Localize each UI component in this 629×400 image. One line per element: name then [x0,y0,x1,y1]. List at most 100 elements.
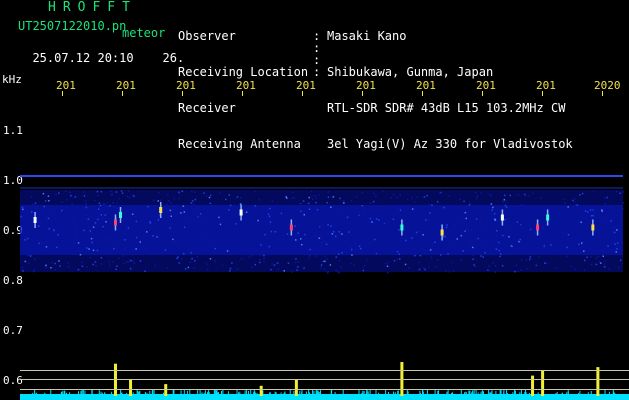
noise-speck [306,249,309,251]
noise-speck [321,236,323,239]
noise-speck [363,207,365,210]
noise-speck [351,254,353,256]
noise-speck [346,216,349,218]
noise-speck [566,255,568,258]
noise-speck [162,250,165,253]
noise-speck [133,195,135,197]
noise-speck [218,216,220,219]
noise-speck [308,196,310,199]
noise-speck [614,243,616,245]
noise-speck [167,194,169,196]
noise-speck [168,224,170,226]
x-tick [362,91,363,96]
baseline-noise [136,389,138,394]
noise-speck [75,230,78,233]
noise-speck [311,195,313,197]
noise-speck [413,210,416,212]
noise-speck [349,217,352,219]
noise-speck [463,200,465,203]
noise-speck [327,209,330,212]
baseline-noise [315,389,317,394]
ref-line-1 [20,370,629,371]
noise-speck [618,266,620,269]
noise-speck [167,200,170,202]
noise-speck [538,256,540,258]
noise-speck [66,199,68,201]
noise-speck [561,232,564,234]
noise-speck [96,249,99,252]
noise-speck [359,247,362,250]
noise-speck [308,257,310,259]
noise-speck [110,190,112,192]
noise-speck [553,228,555,231]
noise-speck [573,201,575,203]
baseline-noise [91,390,93,394]
noise-speck [414,254,416,257]
noise-speck [562,198,565,201]
baseline-noise [244,390,246,394]
noise-speck [271,200,274,202]
noise-speck [235,223,237,225]
noise-speck [422,248,425,250]
noise-speck [329,264,332,266]
baseline-noise [313,390,315,394]
noise-speck [92,263,94,266]
noise-speck [36,227,38,229]
noise-speck [44,200,47,202]
baseline-noise [514,389,516,394]
noise-speck [517,270,519,273]
noise-speck [45,266,47,268]
signal-head [113,219,117,226]
noise-speck [442,235,445,238]
noise-speck [454,223,456,226]
noise-speck [308,208,311,210]
noise-speck [104,251,106,254]
noise-speck [302,226,305,228]
baseline-noise [488,389,490,394]
noise-speck [570,265,572,268]
noise-speck [229,204,232,207]
noise-speck [169,227,171,229]
noise-speck [396,197,398,199]
meteor-peak [596,367,600,396]
noise-speck [74,196,77,198]
noise-speck [542,214,545,217]
noise-speck [327,271,329,274]
noise-speck [116,239,118,242]
noise-speck [365,259,368,262]
noise-speck [599,226,601,228]
noise-speck [566,246,568,249]
noise-speck [564,202,566,204]
noise-speck [152,235,154,237]
noise-speck [150,253,152,256]
noise-speck [319,224,321,226]
noise-speck [415,231,418,234]
noise-speck [155,252,157,255]
signal-head [33,217,37,223]
signal-head [546,214,550,221]
baseline-noise [469,390,471,394]
noise-speck [472,258,474,260]
spectrogram [20,175,629,400]
noise-speck [470,229,473,231]
noise-speck [598,232,601,234]
baseline-noise [318,392,320,394]
baseline-noise [614,392,616,394]
noise-speck [604,218,606,220]
noise-speck [245,211,248,213]
noise-speck [316,208,319,211]
noise-speck [603,263,606,265]
noise-speck [393,260,396,262]
noise-speck [592,214,594,217]
noise-speck [511,245,513,248]
noise-speck [295,261,297,263]
noise-speck [323,268,326,270]
baseline-noise [358,390,360,394]
noise-speck [302,200,305,202]
baseline-noise [481,390,483,394]
noise-speck [463,230,465,232]
noise-speck [508,236,510,238]
noise-speck [468,233,470,235]
noise-speck [127,261,129,263]
noise-speck [191,200,194,202]
